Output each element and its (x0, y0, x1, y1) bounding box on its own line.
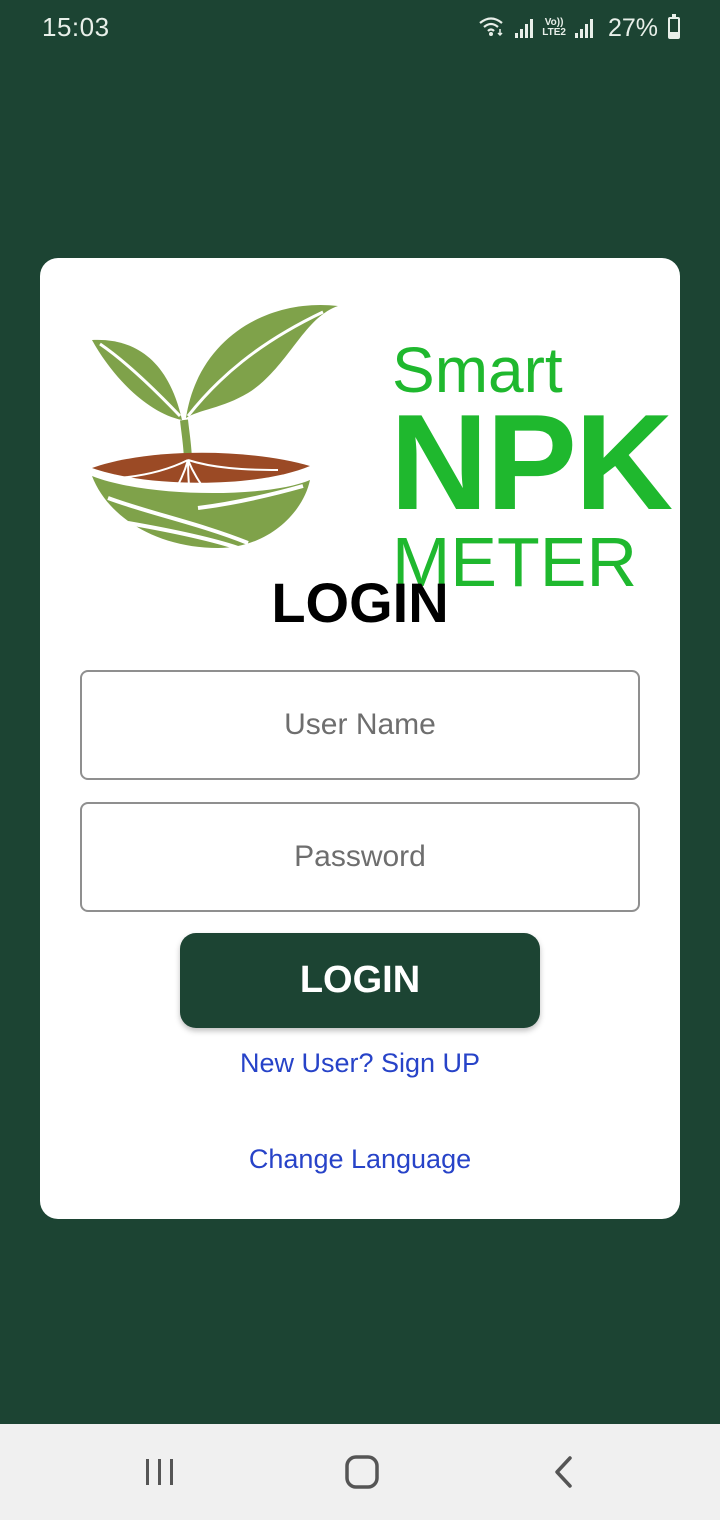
seedling-icon (92, 304, 338, 550)
recents-icon (146, 1459, 173, 1485)
battery-icon (668, 14, 680, 39)
battery-percent: 27% (607, 13, 658, 42)
app-logo: Smart NPK METER (88, 298, 673, 601)
change-language-link[interactable]: Change Language (40, 1144, 680, 1175)
recents-button[interactable] (100, 1424, 220, 1520)
home-button[interactable] (302, 1424, 422, 1520)
login-card: Smart NPK METER LOGIN LOGIN New User? Si… (40, 258, 680, 1219)
password-input[interactable] (82, 804, 638, 910)
signal-icon-2 (574, 17, 594, 39)
signal-icon (514, 17, 534, 39)
back-button[interactable] (504, 1424, 624, 1520)
password-field[interactable] (80, 802, 640, 912)
login-heading: LOGIN (271, 571, 449, 634)
navigation-bar (0, 1424, 720, 1520)
username-field[interactable] (80, 670, 640, 780)
volte-indicator: Vo)) LTE2 (542, 17, 566, 38)
username-input[interactable] (82, 672, 638, 778)
status-icons: Vo)) LTE2 27% (478, 12, 680, 44)
login-button[interactable]: LOGIN (180, 933, 540, 1028)
home-icon (345, 1455, 379, 1489)
signup-link[interactable]: New User? Sign UP (40, 1048, 680, 1079)
status-bar: 15:03 Vo)) LTE2 27% (0, 0, 720, 56)
back-icon (555, 1456, 572, 1488)
logo-npk-text: NPK (390, 386, 673, 538)
wifi-icon (478, 15, 506, 42)
status-time: 15:03 (42, 12, 110, 42)
